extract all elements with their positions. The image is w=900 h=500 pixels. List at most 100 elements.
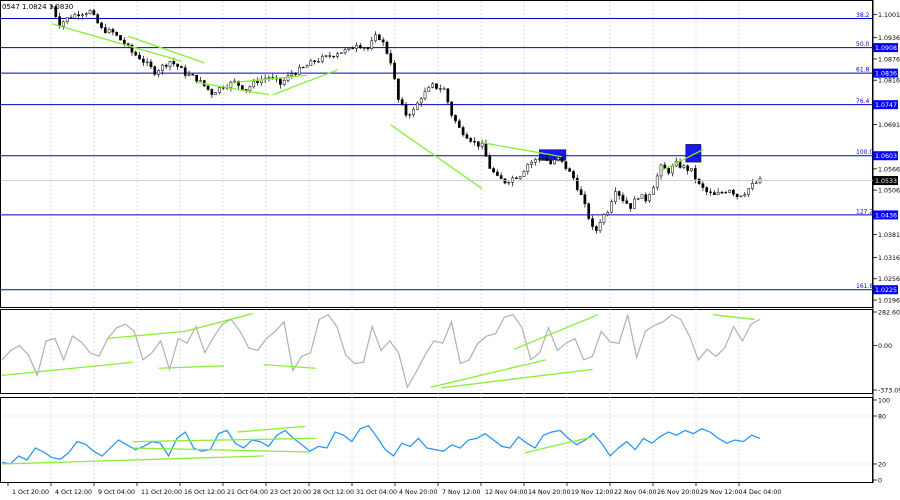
fib-level-label: 38.2 — [856, 12, 870, 19]
price-tick-label: 1.0816 — [878, 78, 900, 85]
rsi-tick-label: 0 — [878, 478, 882, 485]
candle-body — [92, 10, 96, 15]
candle-body — [614, 191, 617, 202]
candle-body — [248, 86, 252, 91]
candle-body — [195, 74, 198, 82]
candle-body — [583, 194, 587, 205]
cci-line — [1, 313, 761, 389]
candle-body — [107, 29, 111, 33]
candle-body — [560, 157, 564, 162]
candle-body — [81, 14, 84, 17]
cci-trendline — [106, 330, 186, 340]
candle-body — [503, 178, 507, 184]
rsi-trendline — [524, 436, 593, 454]
candle-body — [667, 168, 670, 174]
rsi-indicator: 100 80 20 0 — [1, 398, 890, 485]
candle-body — [176, 63, 179, 67]
candle-body — [640, 194, 644, 199]
cci-tick-label: 282.6012 — [878, 310, 900, 317]
panel-frames — [0, 0, 874, 483]
candle-body — [541, 157, 545, 160]
candle-body — [568, 168, 572, 172]
rsi-trendline — [1, 455, 264, 465]
candle-body — [119, 35, 122, 41]
rsi-trendline — [132, 447, 311, 453]
candle-body — [134, 51, 138, 56]
candle-body — [142, 58, 145, 63]
fib-level-label: 127.2 — [856, 208, 873, 215]
candle-body — [739, 195, 743, 197]
rsi-line — [1, 424, 761, 465]
candle-body — [180, 66, 183, 68]
candle-body — [96, 14, 100, 24]
candle-body — [256, 80, 259, 83]
candle-body — [378, 34, 381, 41]
candle-body — [343, 49, 347, 53]
candle-body — [442, 88, 446, 90]
candle-body — [374, 34, 377, 42]
candle-body — [507, 182, 511, 184]
candle-body — [621, 195, 625, 202]
candle-body — [339, 52, 343, 54]
candle-body — [446, 88, 450, 103]
candle-body — [240, 85, 244, 90]
candle-body — [754, 182, 758, 184]
candle-body — [465, 134, 469, 139]
cci-trendline — [430, 359, 546, 388]
candle-body — [309, 60, 313, 66]
candle-body — [461, 127, 465, 136]
candle-body — [644, 194, 648, 202]
current-price-label: 1.0533 — [875, 178, 897, 185]
cci-tick-label: -373.097 — [878, 388, 900, 395]
time-label: 12 Nov 04:00 — [485, 489, 527, 496]
candle-body — [636, 198, 640, 200]
candle-body — [648, 194, 651, 202]
candle-body — [492, 168, 495, 173]
candle-body — [408, 114, 412, 116]
rsi-tick-label: 20 — [878, 462, 886, 469]
price-trendline — [272, 69, 338, 96]
candle-body — [469, 138, 473, 142]
candle-body — [191, 74, 195, 76]
fib-level-label: 161.8 — [856, 283, 873, 290]
candle-body — [115, 31, 119, 36]
time-label: 21 Oct 04:00 — [227, 489, 268, 496]
candle-body — [690, 168, 693, 171]
price-tick-label: 1.0936 — [878, 35, 900, 42]
candle-body — [671, 165, 674, 174]
candle-body — [682, 165, 686, 168]
price-trendline — [390, 124, 483, 190]
candle-body — [545, 157, 549, 161]
candle-body — [427, 87, 431, 92]
price-tick-label: 1.0876 — [878, 56, 900, 63]
candle-body — [416, 102, 419, 110]
candle-body — [332, 55, 336, 58]
fib-level-label: 76.4 — [856, 98, 870, 105]
time-label: 11 Oct 20:00 — [141, 489, 182, 496]
cci-trendline — [1, 361, 133, 377]
candle-body — [435, 83, 438, 89]
candle-body — [553, 159, 556, 165]
time-label: 14 Nov 20:00 — [528, 489, 570, 496]
fib-level-label: 50.0 — [856, 41, 870, 48]
candle-body — [77, 14, 80, 17]
rsi-tick-label: 100 — [878, 398, 890, 405]
candle-body — [556, 157, 560, 160]
rsi-trendline — [237, 425, 306, 433]
candle-body — [347, 47, 351, 50]
candle-body — [336, 53, 339, 57]
candle-body — [549, 160, 552, 165]
candle-body — [122, 39, 126, 45]
candle-body — [476, 141, 480, 147]
fib-price-tag-label: 1.0436 — [875, 212, 897, 219]
candle-body — [480, 143, 484, 147]
time-label: 31 Oct 04:00 — [356, 489, 397, 496]
candle-body — [157, 70, 160, 75]
candle-body — [404, 104, 408, 116]
cci-tick-label: 0.00 — [878, 343, 892, 350]
candle-body — [385, 41, 389, 54]
price-trendline — [51, 23, 182, 62]
candle-body — [431, 83, 434, 88]
candle-body — [655, 175, 659, 188]
time-label: 4 Dec 04:00 — [743, 489, 781, 496]
